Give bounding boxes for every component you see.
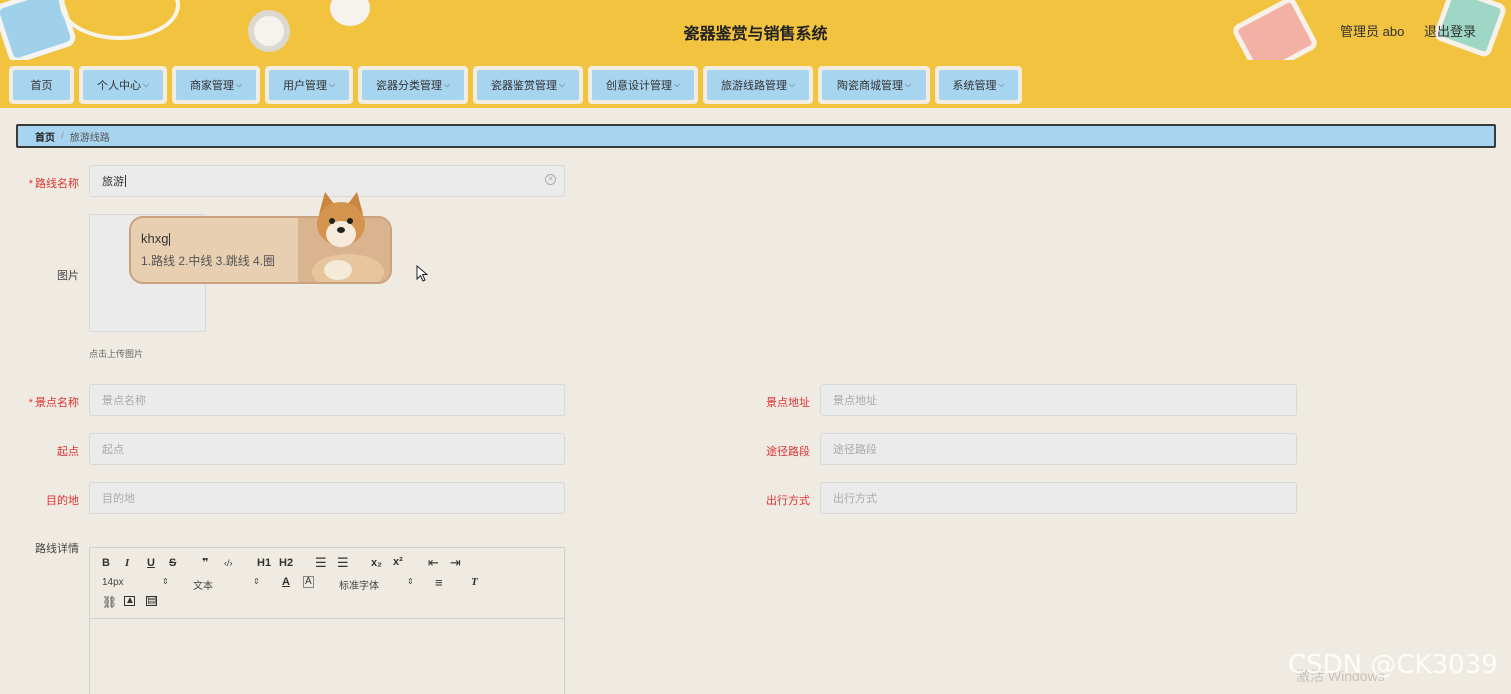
nav-item-label: 瓷器鉴赏管理 [490,80,557,92]
logout-link[interactable]: 退出登录 [1424,21,1476,40]
nav-item-label: 用户管理 [282,80,327,92]
mouse-pointer-icon [416,265,429,282]
destination-input[interactable]: 目的地 [89,482,565,514]
nav-item-label: 个人中心 [96,80,141,92]
chevron-down-icon: ⌵ [443,80,451,89]
nav-item-porcelain-appreciation[interactable]: 瓷器鉴赏管理 ⌵ [473,66,583,104]
font-family-select[interactable]: 标准字体 ⇕ [339,577,415,592]
outdent-icon[interactable]: ⇤ [428,555,439,571]
header-2-button[interactable]: H2 [279,557,293,569]
via-label: 途径路段 [766,446,810,458]
destination-placeholder: 目的地 [102,493,135,505]
spot-name-label: * 景点名称 [28,397,79,409]
blockquote-button[interactable]: ❞ [202,556,208,569]
nav-item-label: 商家管理 [189,80,234,92]
nav-item-users[interactable]: 用户管理 ⌵ [265,66,353,104]
video-icon[interactable]: ▤ [146,596,157,606]
ordered-list-icon[interactable]: ☰ [315,555,327,571]
clear-icon[interactable]: ✕ [545,174,556,185]
nav-item-label: 陶瓷商城管理 [836,80,903,92]
main-nav: 首页 个人中心 ⌵ 商家管理 ⌵ 用户管理 ⌵ 瓷器分类管理 ⌵ 瓷器鉴赏管理 ⌵ 创意设… [0,60,1511,108]
ime-candidates[interactable]: 1.路线 2.中线 3.跳线 4.圈 [141,252,275,269]
route-name-value: 旅游 [102,176,124,188]
nav-item-label: 系统管理 [952,80,997,92]
strike-button[interactable]: S [169,557,176,569]
nav-item-system[interactable]: 系统管理 ⌵ [935,66,1022,104]
nav-item-home[interactable]: 首页 [9,66,74,104]
route-name-label: * 路线名称 [28,178,79,190]
app-title: 瓷器鉴赏与销售系统 [683,26,828,43]
start-placeholder: 起点 [102,444,124,456]
breadcrumb-separator: / [61,130,64,142]
clear-format-icon[interactable]: T [471,576,478,588]
nav-item-personal-center[interactable]: 个人中心 ⌵ [79,66,167,104]
font-size-select[interactable]: 14px ⇕ [102,577,169,588]
spot-name-input[interactable]: 景点名称 [89,384,565,416]
nav-item-merchant[interactable]: 商家管理 ⌵ [172,66,260,104]
nav-item-travel-route[interactable]: 旅游线路管理 ⌵ [703,66,813,104]
chevron-down-icon: ⌵ [142,80,150,89]
chevron-down-icon: ⌵ [788,80,796,89]
details-label: 路线详情 [35,543,79,555]
breadcrumb: 首页 / 旅游线路 [16,124,1496,148]
image-label: 图片 [57,270,79,282]
subscript-button[interactable]: x₂ [371,557,382,569]
nav-item-ceramic-mall[interactable]: 陶瓷商城管理 ⌵ [818,66,930,104]
upload-hint: 点击上传图片 [89,349,144,359]
spot-name-placeholder: 景点名称 [102,395,146,407]
underline-button[interactable]: U [147,557,155,569]
breadcrumb-current: 旅游线路 [69,132,110,144]
via-placeholder: 途径路段 [833,444,877,456]
superscript-button[interactable]: x² [393,556,403,568]
chevron-down-icon: ⌵ [235,80,243,89]
chevron-down-icon: ⌵ [904,80,912,89]
chevron-down-icon: ⌵ [328,80,336,89]
nav-item-creative-design[interactable]: 创意设计管理 ⌵ [588,66,698,104]
ime-pinyin: khxg [141,231,171,247]
text-format-select[interactable]: 文本 ⇕ [193,577,260,592]
editor-toolbar: B I U S ❞ ‹/› H1 H2 ☰ ☰ x₂ x² ⇤ ⇥ 14px ⇕ … [90,548,564,619]
align-icon[interactable]: ≡ [435,575,443,590]
code-block-button[interactable]: ‹/› [224,558,233,568]
nav-item-label: 创意设计管理 [605,80,672,92]
nav-item-label: 瓷器分类管理 [375,80,442,92]
select-arrows-icon: ⇕ [407,577,414,586]
select-arrows-icon: ⇕ [162,577,169,586]
chevron-down-icon: ⌵ [998,80,1005,89]
csdn-watermark: CSDN @CK3039 [1288,650,1498,680]
nav-item-label: 旅游线路管理 [720,80,787,92]
nav-item-porcelain-category[interactable]: 瓷器分类管理 ⌵ [358,66,468,104]
spot-address-label: 景点地址 [766,397,810,409]
font-color-icon[interactable]: A [282,576,290,588]
header-1-button[interactable]: H1 [257,557,271,569]
select-arrows-icon: ⇕ [253,577,260,586]
start-label: 起点 [57,446,79,458]
start-input[interactable]: 起点 [89,433,565,465]
travel-mode-placeholder: 出行方式 [833,493,877,505]
link-icon[interactable]: ⛓ [102,595,117,609]
image-icon[interactable]: ▲ [124,596,135,606]
breadcrumb-home[interactable]: 首页 [35,129,55,144]
indent-icon[interactable]: ⇥ [450,555,461,571]
destination-label: 目的地 [46,495,79,507]
bold-button[interactable]: B [102,557,110,569]
rich-text-editor: B I U S ❞ ‹/› H1 H2 ☰ ☰ x₂ x² ⇤ ⇥ 14px ⇕ … [89,547,565,694]
chevron-down-icon: ⌵ [558,80,566,89]
spot-address-input[interactable]: 景点地址 [820,384,1297,416]
current-user: 管理员 abo [1340,24,1405,39]
travel-mode-input[interactable]: 出行方式 [820,482,1297,514]
shiba-dog-head-icon [317,192,365,247]
via-input[interactable]: 途径路段 [820,433,1297,465]
travel-mode-label: 出行方式 [766,495,810,507]
bullet-list-icon[interactable]: ☰ [337,555,349,571]
text-caret [125,175,126,187]
chevron-down-icon: ⌵ [673,80,681,89]
italic-button[interactable]: I [125,557,129,569]
background-color-icon[interactable]: A [303,576,314,588]
top-header: 瓷器鉴赏与销售系统 管理员 abo 退出登录 [0,0,1511,60]
nav-item-label: 首页 [30,80,53,92]
spot-address-placeholder: 景点地址 [833,395,877,407]
